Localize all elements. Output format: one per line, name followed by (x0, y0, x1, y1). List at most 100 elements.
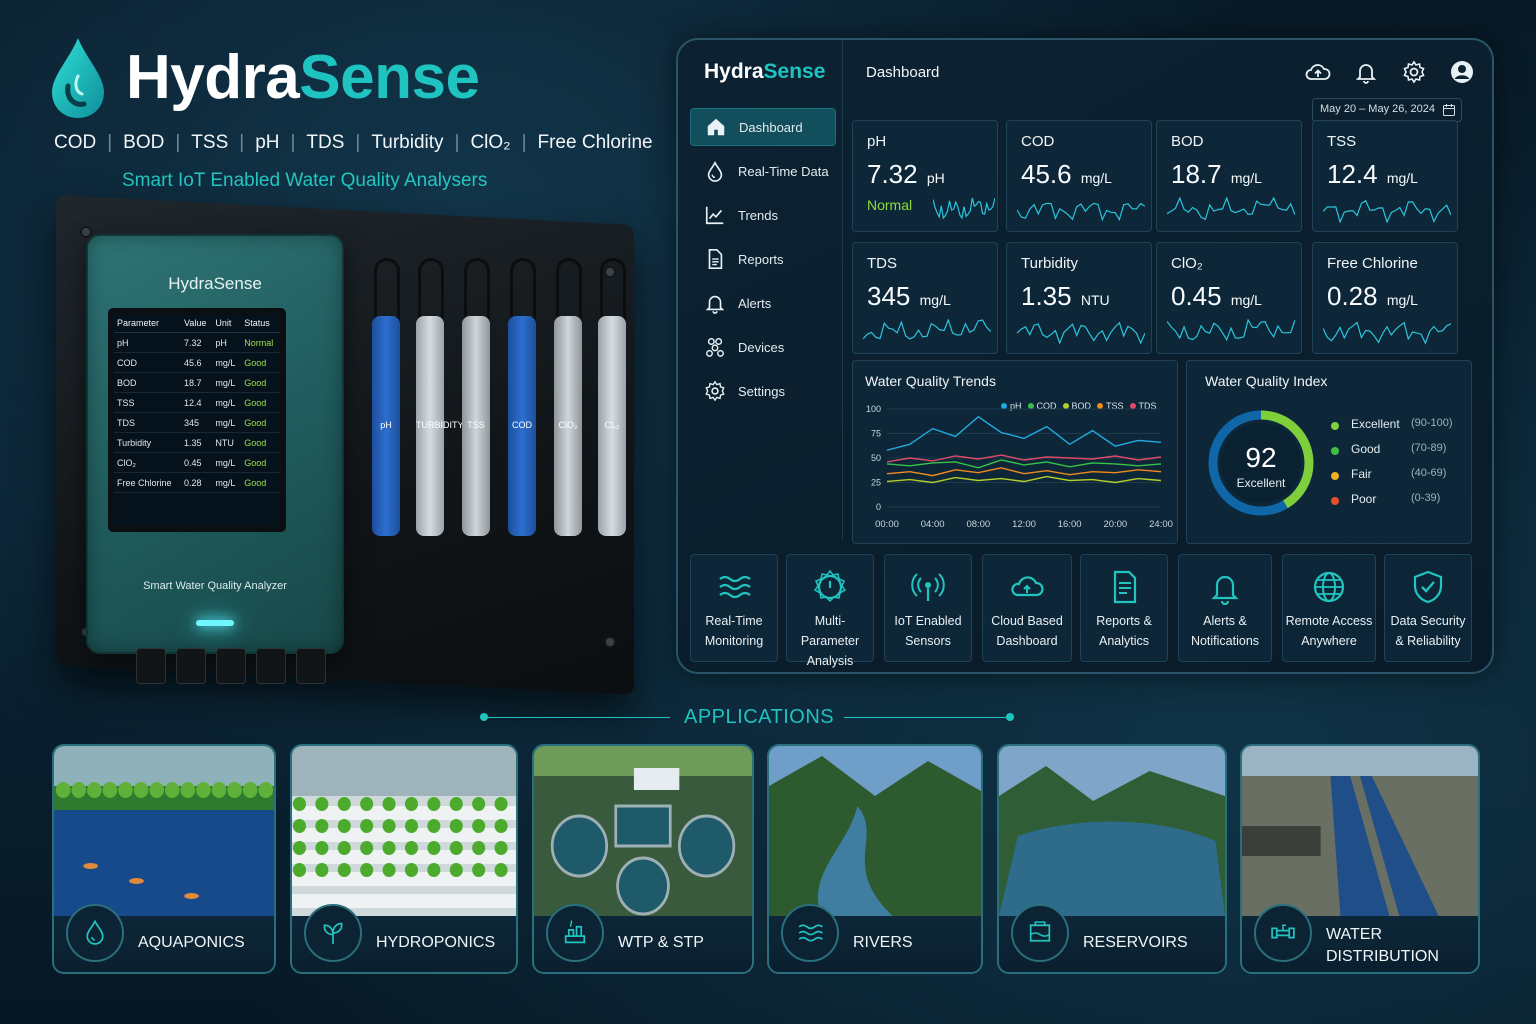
application-image (54, 746, 274, 916)
feature-tile[interactable]: Cloud Based Dashboard (982, 554, 1072, 662)
sidebar-item-dashboard[interactable]: Dashboard (690, 108, 836, 146)
sparkline (1167, 319, 1295, 342)
sidebar-item-alerts[interactable]: Alerts (690, 284, 836, 322)
metric-value-group: 45.6 mg/L (1021, 159, 1112, 190)
trends-panel: Water Quality Trends pH COD BOD TSS TDS 100 7… (852, 360, 1178, 544)
metric-card-bod[interactable]: BOD 18.7 mg/L (1156, 120, 1302, 232)
feature-tile[interactable]: Remote Access Anywhere (1282, 554, 1376, 662)
separator: | (175, 132, 181, 153)
metric-unit: mg/L (1230, 292, 1262, 308)
application-label: WATER DISTRIBUTION PIPELINES (1326, 926, 1439, 972)
gear-icon[interactable] (1400, 58, 1428, 86)
device-table-cell: pH (212, 332, 242, 353)
sidebar-item-trends[interactable]: Trends (690, 196, 836, 234)
application-photo (1242, 746, 1478, 916)
application-card-wtp-stp[interactable]: WTP & STP (532, 744, 754, 974)
sidebar-item-reports[interactable]: Reports (690, 240, 836, 278)
device-table-row: ClO₂ 0.45 mg/L Good (114, 452, 280, 473)
metric-card-cod[interactable]: COD 45.6 mg/L (1006, 120, 1152, 232)
device-table-cell: mg/L (212, 412, 242, 433)
application-card-reservoirs[interactable]: RESERVOIRS (997, 744, 1227, 974)
device-table-cell: 45.6 (181, 352, 213, 373)
bell-icon[interactable] (1352, 58, 1380, 86)
device-table-cell: 345 (181, 412, 213, 433)
sensor-probe: COD (508, 316, 536, 536)
cloud-upload-icon[interactable] (1304, 58, 1332, 86)
feature-tile[interactable]: IoT Enabled Sensors (884, 554, 972, 662)
feature-label: Remote Access Anywhere (1283, 611, 1375, 651)
metric-value-group: 0.45 mg/L (1171, 281, 1262, 312)
cloud-icon (1011, 576, 1044, 597)
device-table-cell: TDS (114, 412, 182, 433)
application-footer: HYDROPONICS (292, 904, 516, 972)
sidebar-item-label: Alerts (738, 295, 772, 311)
application-label: AQUAPONICS (138, 934, 245, 951)
device-table-row: Free Chlorine 0.28 mg/L Good (114, 472, 280, 493)
water-drop-icon (86, 919, 104, 945)
metric-card-tds[interactable]: TDS 345 mg/L (852, 242, 998, 354)
divider-line (844, 717, 1008, 718)
sparkline-path (1167, 319, 1295, 342)
divider-dot (1006, 713, 1014, 721)
sidebar-item-settings[interactable]: Settings (690, 372, 836, 410)
metric-card-clo-[interactable]: ClO₂ 0.45 mg/L (1156, 242, 1302, 354)
application-icon-badge (1254, 904, 1312, 962)
application-label: RESERVOIRS (1083, 934, 1188, 951)
metric-value: 1.35 (1021, 281, 1072, 311)
feature-label-line: Analytics (1098, 634, 1150, 648)
y-tick-label: 75 (871, 429, 881, 439)
wqi-legend-label: Good (1351, 442, 1381, 456)
metric-card-ph[interactable]: pH 7.32 pH Normal (852, 120, 998, 232)
metric-card-tss[interactable]: TSS 12.4 mg/L (1312, 120, 1458, 232)
device-table-cell: Turbidity (114, 432, 182, 453)
feature-tile[interactable]: Data Security & Reliability (1384, 554, 1472, 662)
application-card-water-distribution-pipelines[interactable]: WATER DISTRIBUTION PIPELINES (1240, 744, 1480, 974)
application-image (534, 746, 752, 916)
application-card-rivers[interactable]: RIVERS (767, 744, 983, 974)
metric-card-free-chlorine[interactable]: Free Chlorine 0.28 mg/L (1312, 242, 1458, 354)
sidebar-item-label: Devices (738, 339, 785, 355)
feature-tile[interactable]: Reports & Analytics (1080, 554, 1168, 662)
user-avatar-icon[interactable] (1448, 58, 1476, 86)
device-table-cell: Good (241, 472, 280, 493)
sidebar-item-real-time-data[interactable]: Real-Time Data (690, 152, 836, 190)
feature-tile[interactable]: Multi-Parameter Analysis (786, 554, 874, 668)
line-chart-icon (705, 206, 724, 225)
sidebar-item-devices[interactable]: Devices (690, 328, 836, 366)
analyzer-device-illustration: HydraSense Parameter Value Unit Status pH 7.… (56, 194, 640, 712)
metric-unit: mg/L (1230, 170, 1262, 186)
x-tick-label: 24:00 (1149, 519, 1173, 530)
metric-card-turbidity[interactable]: Turbidity 1.35 NTU (1006, 242, 1152, 354)
globe-icon (1313, 571, 1345, 603)
device-table-cell: 1.35 (181, 432, 213, 453)
sparkline-path (863, 319, 991, 340)
sidebar-item-label: Trends (738, 207, 778, 223)
device-table-header: Unit (212, 314, 242, 333)
application-image (1242, 746, 1478, 916)
separator: | (355, 132, 361, 153)
metric-value: 18.7 (1171, 159, 1222, 189)
y-tick-label: 50 (871, 453, 881, 463)
parameter-label: TSS (191, 132, 229, 153)
metric-value-group: 1.35 NTU (1021, 281, 1110, 312)
feature-label-line: Anywhere (1301, 634, 1357, 648)
wqi-panel: Water Quality Index 92 Excellent Excelle… (1186, 360, 1472, 544)
sparkline (863, 319, 991, 340)
device-table-cell: mg/L (212, 392, 242, 413)
feature-tile[interactable]: Real-Time Monitoring (690, 554, 778, 662)
application-card-hydroponics[interactable]: HYDROPONICS (290, 744, 518, 974)
application-card-aquaponics[interactable]: AQUAPONICS (52, 744, 276, 974)
feature-tile[interactable]: Alerts & Notifications (1178, 554, 1272, 662)
metric-name: TDS (867, 255, 897, 272)
wqi-legend-swatch (1331, 497, 1339, 505)
metric-value-group: 0.28 mg/L (1327, 281, 1418, 312)
dashboard-logo[interactable]: HydraSense (704, 60, 825, 84)
wireless-sensor-icon (911, 573, 945, 601)
metric-value-group: 7.32 pH (867, 159, 945, 190)
bell-icon (705, 295, 725, 314)
date-range-picker[interactable]: May 20 – May 26, 2024 (1312, 98, 1462, 122)
application-footer: AQUAPONICS (54, 904, 274, 972)
device-table-cell: 18.7 (181, 372, 213, 393)
feature-label-line: IoT Enabled (894, 614, 962, 628)
device-table-cell: mg/L (212, 472, 242, 493)
